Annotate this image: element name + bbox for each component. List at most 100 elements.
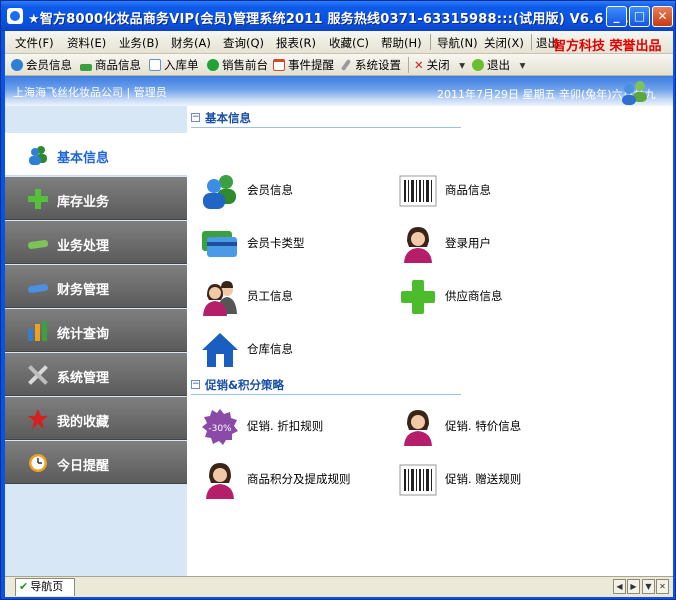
sidebar-item-business[interactable]: 业务处理 [5,221,187,264]
title-bar[interactable]: ★智方8000化妆品商务VIP(会员)管理系统2011 服务热线0371-633… [1,1,675,31]
toolbar-goods-info[interactable]: 商品信息 [80,57,141,73]
tile-discount-rules[interactable]: -30% 促销. 折扣规则 [191,404,391,450]
minimize-button[interactable]: _ [606,6,627,27]
toolbar-sales-front[interactable]: 销售前台 [207,57,268,73]
toolbar-stock-in[interactable]: 入库单 [149,57,199,73]
app-window: ★智方8000化妆品商务VIP(会员)管理系统2011 服务热线0371-633… [0,0,676,600]
brand-text: 智方科技 荣誉出品 [553,39,662,54]
discount-badge-icon: -30% [202,409,238,445]
barcode-icon [399,464,437,496]
members-icon [203,175,236,209]
section-title: 促销&积分策略 [205,378,285,392]
barcode-icon [399,175,437,207]
members-icon [11,59,23,71]
collapse-icon[interactable]: − [191,113,200,122]
toolbar-separator [408,57,409,73]
sidebar-item-label: 库存业务 [57,195,110,210]
sidebar-item-favorites[interactable]: 我的收藏 [5,397,187,440]
menu-bar: 文件(F) 资料(E) 业务(B) 财务(A) 查询(Q) 报表(R) 收藏(C… [5,31,673,54]
sidebar-item-label: 今日提醒 [57,459,110,474]
app-icon [7,8,23,24]
sidebar-item-reminder[interactable]: 今日提醒 [5,441,187,484]
sidebar-item-label: 系统管理 [57,371,110,386]
close-x-icon: ✕ [414,58,424,72]
toolbar-label: 退出 [487,58,510,72]
chevron-down-icon[interactable]: ▾ [459,58,465,72]
user-icon [206,463,234,499]
money-icon [28,284,49,293]
tile-label: 促销. 折扣规则 [247,419,324,433]
toolbar-label: 系统设置 [355,58,401,72]
toolbar-label: 入库单 [164,58,199,72]
sidebar-item-statistics[interactable]: 统计查询 [5,309,187,352]
close-button[interactable]: ✕ [652,6,673,27]
collapse-icon[interactable]: − [191,380,200,389]
tile-supplier-info[interactable]: 供应商信息 [389,274,589,320]
toolbar-event-reminder[interactable]: 事件提醒 [273,57,334,73]
cards-icon [202,231,237,257]
menu-report[interactable]: 报表(R) [276,35,316,51]
menu-finance[interactable]: 财务(A) [171,35,211,51]
tile-card-type[interactable]: 会员卡类型 [191,221,391,267]
sidebar-item-label: 我的收藏 [57,415,110,430]
section-basic-info[interactable]: − 基本信息 [191,108,461,128]
tile-gift-rules[interactable]: 促销. 赠送规则 [389,457,589,503]
house-icon [202,333,238,367]
menu-close[interactable]: 关闭(X) [484,35,524,51]
menu-query[interactable]: 查询(Q) [223,35,264,51]
tile-points-commission[interactable]: 商品积分及提成规则 [191,457,391,503]
tile-goods-info[interactable]: 商品信息 [389,168,589,214]
sidebar-item-system[interactable]: 系统管理 [5,353,187,396]
toolbar-exit[interactable]: 退出 ▾ [472,57,525,73]
tab-list-icon[interactable]: ▼ [642,579,655,594]
tile-login-user[interactable]: 登录用户 [389,221,589,267]
tile-staff-info[interactable]: 员工信息 [191,274,391,320]
scroll-right-icon[interactable]: ▶ [627,579,640,594]
client-area: 文件(F) 资料(E) 业务(B) 财务(A) 查询(Q) 报表(R) 收藏(C… [5,31,673,597]
check-icon: ✔ [19,580,29,593]
sidebar-item-label: 基本信息 [57,151,110,166]
sidebar-item-label: 统计查询 [57,327,110,342]
menu-business[interactable]: 业务(B) [119,35,159,51]
calendar-icon [273,59,285,71]
toolbar-member-info[interactable]: 会员信息 [11,57,72,73]
scroll-left-icon[interactable]: ◀ [613,579,626,594]
tile-member-info[interactable]: 会员信息 [191,168,391,214]
menu-file[interactable]: 文件(F) [15,35,54,51]
tile-warehouse-info[interactable]: 仓库信息 [191,327,391,373]
sidebar-item-label: 业务处理 [57,239,110,254]
users-icon [622,81,647,105]
tile-label: 促销. 赠送规则 [445,472,522,486]
toolbar-close[interactable]: ✕ 关闭 ▾ [414,57,465,73]
sidebar-item-basic-info[interactable]: 基本信息 [5,133,187,176]
maximize-button[interactable]: □ [629,6,650,27]
chevron-down-icon[interactable]: ▾ [520,58,526,72]
bar-chart-icon [28,321,47,341]
tab-navigation-page[interactable]: ✔ 导航页 [15,578,75,596]
wrench-icon [340,58,352,72]
sidebar-item-finance[interactable]: 财务管理 [5,265,187,308]
tile-special-price[interactable]: 促销. 特价信息 [389,404,589,450]
sidebar-item-inventory[interactable]: 库存业务 [5,177,187,220]
section-promotion[interactable]: − 促销&积分策略 [191,375,461,395]
tile-label: 供应商信息 [445,289,503,303]
tile-label: 登录用户 [445,236,491,250]
menu-data[interactable]: 资料(E) [67,35,106,51]
header-band: 上海海飞丝化妆品公司 | 管理员 2011年7月29日 星期五 辛卯(兔年)六月… [5,76,673,106]
tools-icon [28,365,48,385]
star-icon [28,409,48,429]
toolbar-label: 商品信息 [95,58,141,72]
menu-help[interactable]: 帮助(H) [381,35,422,51]
tab-label: 导航页 [30,580,64,593]
sidebar-item-label: 财务管理 [57,283,110,298]
toolbar: 会员信息 商品信息 入库单 销售前台 事件提醒 系统设置 ✕ 关闭 ▾ 退出 ▾ [5,54,673,76]
menu-separator [430,34,431,50]
check-circle-icon [207,59,219,71]
tile-label: 会员卡类型 [247,236,305,250]
menu-navigate[interactable]: 导航(N) [437,35,478,51]
toolbar-label: 会员信息 [26,58,72,72]
toolbar-system-settings[interactable]: 系统设置 [340,57,401,73]
toolbar-label: 事件提醒 [288,58,334,72]
tab-close-icon[interactable]: ✕ [656,579,669,594]
menu-favorites[interactable]: 收藏(C) [329,35,369,51]
